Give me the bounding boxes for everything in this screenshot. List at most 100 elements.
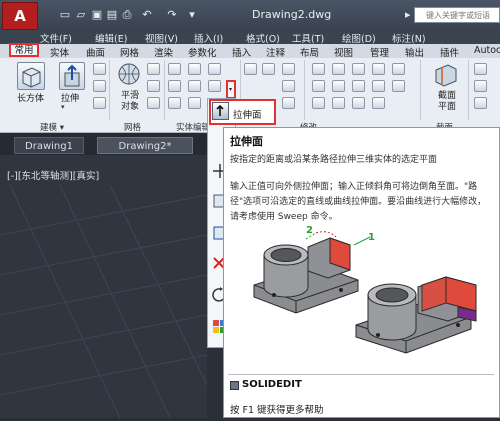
saveas-icon[interactable]: ▤ [105, 8, 119, 21]
tooltip-description: 按指定的距离或沿某条路径拉伸三维实体的选定平面 [230, 155, 438, 165]
3d-scale-icon[interactable] [352, 63, 365, 75]
union-icon[interactable] [168, 63, 181, 75]
extend-icon[interactable] [392, 80, 405, 92]
polysolid-icon[interactable] [93, 63, 106, 75]
line-icon[interactable] [282, 63, 295, 75]
command-icon [230, 381, 239, 390]
3d-array-icon[interactable] [352, 97, 365, 109]
extrude-faces-icon [212, 102, 229, 120]
panel-separator [164, 60, 165, 120]
tab-plugins[interactable]: 插件 [440, 45, 459, 59]
menu-view[interactable]: 视图(V) [145, 31, 178, 45]
trim-icon[interactable] [392, 63, 405, 75]
extrude-faces-label: 拉伸面 [233, 110, 262, 121]
mirror-icon[interactable] [312, 80, 325, 92]
tab-home[interactable]: 常用 [9, 43, 39, 57]
extrude-icon[interactable] [59, 62, 85, 90]
panel-separator [468, 60, 469, 120]
tab-view[interactable]: 视图 [334, 45, 353, 59]
viewport-controls-label[interactable]: [-][东北等轴测][真实] [7, 168, 99, 182]
extract-edges-icon[interactable] [208, 63, 221, 75]
chamfer-icon[interactable] [372, 97, 385, 109]
panel-separator [109, 60, 110, 120]
undo-icon[interactable]: ↶ [140, 8, 154, 21]
document-title: Drawing2.dwg [252, 8, 332, 21]
tab-solid[interactable]: 实体 [50, 45, 69, 59]
section-plane-icon[interactable] [432, 62, 460, 88]
search-input[interactable]: 键入关键字或短语 [414, 7, 500, 23]
move-icon[interactable] [244, 63, 257, 75]
mesh-add-icon[interactable] [147, 63, 160, 75]
panel-separator [304, 60, 305, 120]
fillet-icon[interactable] [372, 80, 385, 92]
box-icon[interactable] [17, 62, 45, 90]
ellipse-icon[interactable] [282, 97, 295, 109]
panel-title-modeling[interactable]: 建模 ▾ [40, 121, 64, 133]
tab-insert[interactable]: 插入 [232, 45, 251, 59]
array-icon[interactable] [312, 63, 325, 75]
extrude-dropdown-icon[interactable]: ▾ [61, 103, 65, 111]
tab-annotate[interactable]: 注释 [266, 45, 285, 59]
mesh-crease-icon[interactable] [147, 97, 160, 109]
menu-draw[interactable]: 绘图(D) [342, 31, 376, 45]
menu-insert[interactable]: 插入(I) [194, 31, 223, 45]
tab-parametric[interactable]: 参数化 [188, 45, 217, 59]
view-cube-icon[interactable] [474, 63, 487, 75]
interfere-icon[interactable] [188, 63, 201, 75]
drawing-viewport[interactable] [0, 155, 208, 419]
callout-1: 1 [368, 232, 375, 243]
thicken-icon[interactable] [188, 97, 201, 109]
menu-format[interactable]: 格式(O) [246, 31, 280, 45]
offset-icon[interactable] [312, 97, 325, 109]
tooltip-detail: 输入正值可向外侧拉伸面；输入正倾斜角可将边倒角至面。"路径"选项可沿选定的直线或… [230, 182, 487, 222]
tab-drawing2[interactable]: Drawing2* [97, 137, 193, 154]
tooltip-command-name: SOLIDEDIT [242, 379, 302, 390]
explode-icon[interactable] [372, 63, 385, 75]
tab-render[interactable]: 渲染 [154, 45, 173, 59]
redo-icon[interactable]: ↷ [165, 8, 179, 21]
open-icon[interactable]: ▱ [74, 8, 88, 21]
mesh-refine-icon[interactable] [147, 80, 160, 92]
extrude-face-dropdown-button[interactable]: ▾ [226, 80, 236, 99]
presspull-icon[interactable] [93, 80, 106, 92]
tab-output[interactable]: 输出 [405, 45, 424, 59]
extrude-face-icon[interactable] [208, 80, 221, 92]
box-label: 长方体 [17, 94, 45, 104]
panel-title-mesh[interactable]: 网格 [124, 121, 141, 133]
slice-icon[interactable] [188, 80, 201, 92]
tab-drawing1[interactable]: Drawing1 [14, 137, 84, 154]
save-icon[interactable]: ▣ [90, 8, 104, 21]
tab-mesh[interactable]: 网格 [120, 45, 139, 59]
panel-title-solid-editing[interactable]: 实体编辑 [176, 121, 210, 133]
3d-rotate-icon[interactable] [332, 63, 345, 75]
after-extrude-model [355, 276, 477, 354]
tooltip-help-hint: 按 F1 键获得更多帮助 [230, 405, 324, 416]
search-expand-icon[interactable]: ▸ [405, 8, 411, 21]
menu-dimension[interactable]: 标注(N) [392, 31, 426, 45]
tab-autodesk[interactable]: Autoc [474, 45, 500, 56]
menu-tools[interactable]: 工具(T) [292, 31, 324, 45]
tab-surface[interactable]: 曲面 [86, 45, 105, 59]
smooth-object-label: 平滑 对象 [120, 91, 139, 112]
menu-edit[interactable]: 编辑(E) [95, 31, 127, 45]
intersect-icon[interactable] [168, 97, 181, 109]
3d-align-icon[interactable] [332, 97, 345, 109]
3d-move-icon[interactable] [332, 80, 345, 92]
before-extrude-model [253, 231, 371, 314]
rotate-icon[interactable] [262, 63, 275, 75]
menu-file[interactable]: 文件(F) [40, 31, 72, 45]
callout-2: 2 [306, 225, 313, 236]
print-icon[interactable]: ⎙ [120, 8, 134, 21]
visual-style-icon[interactable] [474, 80, 487, 92]
tab-layout[interactable]: 布局 [300, 45, 319, 59]
3d-mirror-icon[interactable] [352, 80, 365, 92]
named-views-icon[interactable] [474, 97, 487, 109]
application-menu-button[interactable]: A [2, 2, 38, 30]
quick-access-dropdown-icon[interactable]: ▾ [185, 8, 199, 21]
smooth-object-icon[interactable] [116, 62, 142, 86]
tab-manage[interactable]: 管理 [370, 45, 389, 59]
sweep-icon[interactable] [93, 97, 106, 109]
arc-icon[interactable] [282, 80, 295, 92]
subtract-icon[interactable] [168, 80, 181, 92]
new-icon[interactable]: ▭ [58, 8, 72, 21]
